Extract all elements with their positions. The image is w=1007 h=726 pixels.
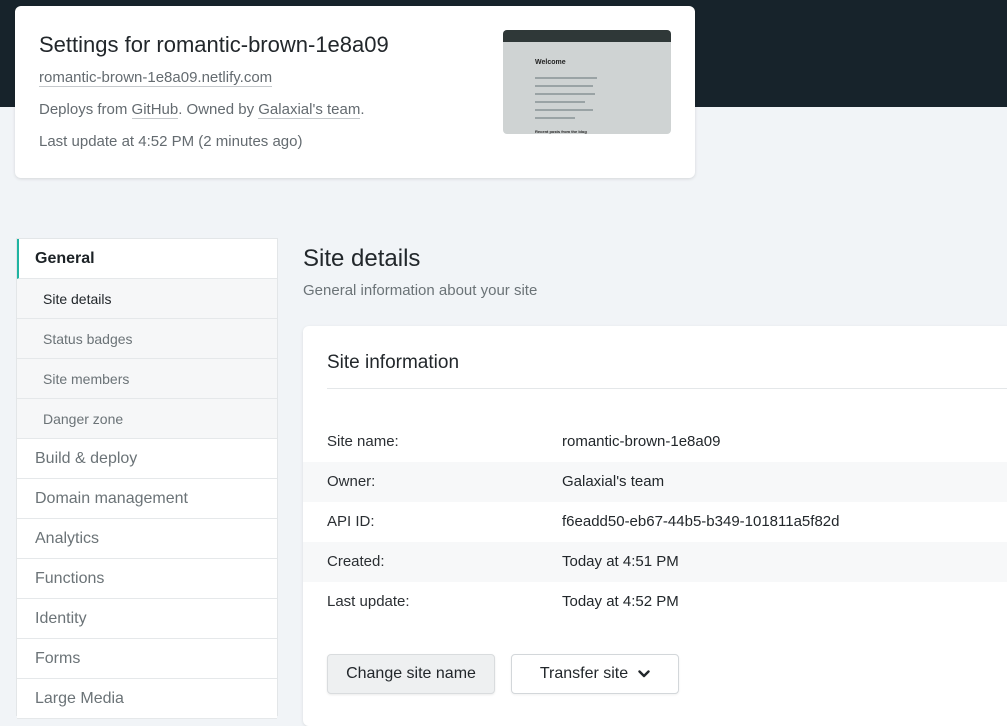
chevron-down-icon bbox=[638, 670, 650, 678]
sidebar-sub-site-members[interactable]: Site members bbox=[17, 359, 277, 399]
transfer-site-button[interactable]: Transfer site bbox=[511, 654, 679, 694]
info-value: Galaxial's team bbox=[562, 473, 665, 490]
sidebar-item-forms[interactable]: Forms bbox=[17, 639, 277, 679]
sidebar-item-general[interactable]: General bbox=[17, 239, 277, 279]
deploy-info: Deploys from GitHub. Owned by Galaxial's… bbox=[39, 101, 365, 119]
sidebar-item-large-media[interactable]: Large Media bbox=[17, 679, 277, 719]
thumb-welcome: Welcome bbox=[535, 59, 566, 66]
info-value: Today at 4:52 PM bbox=[562, 593, 679, 610]
owned-prefix: . Owned by bbox=[178, 101, 259, 118]
section-title: Site details bbox=[303, 245, 421, 272]
settings-sidebar: General Site details Status badges Site … bbox=[16, 238, 278, 719]
info-row-last-update: Last update: Today at 4:52 PM bbox=[303, 582, 1007, 622]
info-key: API ID: bbox=[327, 513, 375, 530]
info-key: Site name: bbox=[327, 433, 399, 450]
transfer-site-label: Transfer site bbox=[539, 665, 629, 682]
info-value: romantic-brown-1e8a09 bbox=[562, 433, 721, 450]
info-value: Today at 4:51 PM bbox=[562, 553, 679, 570]
last-update-text: Last update at 4:52 PM (2 minutes ago) bbox=[39, 133, 303, 150]
page-title: Settings for romantic-brown-1e8a09 bbox=[39, 32, 389, 57]
thumb-recent: Recent posts from the blog bbox=[535, 129, 587, 134]
sidebar-item-identity[interactable]: Identity bbox=[17, 599, 277, 639]
info-row-site-name: Site name: romantic-brown-1e8a09 bbox=[303, 422, 1007, 462]
sidebar-sub-status-badges[interactable]: Status badges bbox=[17, 319, 277, 359]
sidebar-item-analytics[interactable]: Analytics bbox=[17, 519, 277, 559]
sidebar-sub-site-details[interactable]: Site details bbox=[17, 279, 277, 319]
site-url-link[interactable]: romantic-brown-1e8a09.netlify.com bbox=[39, 69, 273, 87]
site-information-panel: Site information Site name: romantic-bro… bbox=[303, 326, 1007, 726]
team-link[interactable]: Galaxial's team bbox=[258, 101, 361, 119]
sidebar-sub-danger-zone[interactable]: Danger zone bbox=[17, 399, 277, 439]
site-header-card: Settings for romantic-brown-1e8a09 roman… bbox=[15, 6, 695, 178]
section-subtitle: General information about your site bbox=[303, 282, 538, 299]
change-site-name-button[interactable]: Change site name bbox=[327, 654, 495, 694]
info-key: Created: bbox=[327, 553, 385, 570]
sidebar-item-domain-management[interactable]: Domain management bbox=[17, 479, 277, 519]
sidebar-item-build-deploy[interactable]: Build & deploy bbox=[17, 439, 277, 479]
panel-divider bbox=[327, 388, 1007, 389]
sidebar-item-functions[interactable]: Functions bbox=[17, 559, 277, 599]
owned-suffix: . bbox=[360, 101, 365, 118]
info-row-owner: Owner: Galaxial's team bbox=[303, 462, 1007, 502]
github-link[interactable]: GitHub bbox=[131, 101, 179, 119]
info-value: f6eadd50-eb67-44b5-b349-101811a5f82d bbox=[562, 513, 840, 530]
info-key: Last update: bbox=[327, 593, 410, 610]
site-preview-thumbnail[interactable]: Welcome Recent posts from the blog bbox=[503, 30, 671, 134]
info-row-created: Created: Today at 4:51 PM bbox=[303, 542, 1007, 582]
info-key: Owner: bbox=[327, 473, 376, 490]
info-row-api-id: API ID: f6eadd50-eb67-44b5-b349-101811a5… bbox=[303, 502, 1007, 542]
panel-title: Site information bbox=[327, 352, 460, 373]
deploys-prefix: Deploys from bbox=[39, 101, 132, 118]
